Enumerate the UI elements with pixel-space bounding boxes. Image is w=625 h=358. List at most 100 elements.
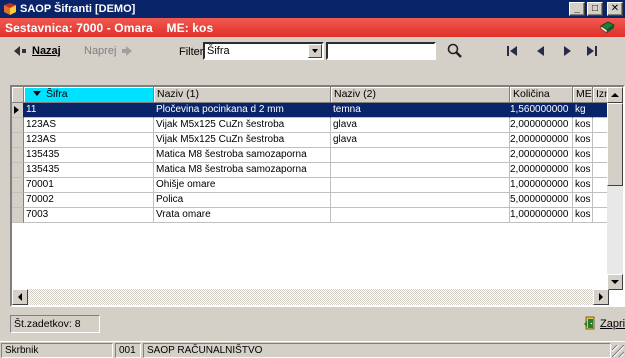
cell-naziv1[interactable]: Polica xyxy=(154,193,331,208)
cell-kolicina[interactable]: 2,000000000 xyxy=(510,148,573,163)
sort-desc-icon xyxy=(33,91,41,97)
table-row[interactable]: 135435 Matica M8 šestroba samozaporna 2,00… xyxy=(12,163,623,178)
filter-dropdown[interactable]: Šifra xyxy=(203,42,324,60)
cell-sifra[interactable]: 7003 xyxy=(24,208,154,223)
minimize-button[interactable]: _ xyxy=(569,2,585,16)
forward-button[interactable]: Naprej xyxy=(84,43,133,59)
table-row[interactable]: 123AS Vijak M5x125 CuZn šestroba glava 2,00… xyxy=(12,118,623,133)
arrow-right-small-icon xyxy=(599,293,603,301)
window-title: SAOP Šifranti [DEMO] xyxy=(20,3,136,15)
forward-button-label: Naprej xyxy=(84,45,117,57)
cell-naziv2[interactable] xyxy=(331,178,510,193)
scroll-left-button[interactable] xyxy=(12,289,28,305)
cell-sifra[interactable]: 123AS xyxy=(24,118,154,133)
book-icon[interactable] xyxy=(599,20,615,35)
cell-me[interactable]: kos xyxy=(573,148,593,163)
row-indicator[interactable] xyxy=(12,178,24,193)
first-record-icon[interactable] xyxy=(506,45,520,57)
cell-me[interactable]: kos xyxy=(573,178,593,193)
cell-naziv1[interactable]: Vijak M5x125 CuZn šestroba xyxy=(154,133,331,148)
cell-me[interactable]: kos xyxy=(573,163,593,178)
chevron-down-icon[interactable] xyxy=(308,44,322,58)
cell-naziv2[interactable]: temna xyxy=(331,103,510,118)
arrow-left-small-icon xyxy=(18,293,22,301)
cell-sifra[interactable]: 135435 xyxy=(24,148,154,163)
cell-naziv1[interactable]: Pločevina pocinkana d 2 mm xyxy=(154,103,331,118)
status-bar: Skrbnik 001 SAOP RAČUNALNIŠTVO xyxy=(0,341,625,358)
cell-me[interactable]: kos xyxy=(573,133,593,148)
table-row[interactable]: 70001 Ohišje omare 1,000000000 kos xyxy=(12,178,623,193)
cell-naziv2[interactable] xyxy=(331,208,510,223)
scroll-down-button[interactable] xyxy=(607,274,623,290)
table-row[interactable]: 123AS Vijak M5x125 CuZn šestroba glava 2,00… xyxy=(12,133,623,148)
vertical-scroll-thumb[interactable] xyxy=(607,103,623,186)
row-indicator[interactable] xyxy=(12,193,24,208)
row-indicator[interactable] xyxy=(12,133,24,148)
cell-naziv1[interactable]: Matica M8 šestroba samozaporna xyxy=(154,163,331,178)
table-row[interactable]: 70002 Polica 5,000000000 kos xyxy=(12,193,623,208)
next-record-icon[interactable] xyxy=(560,45,574,57)
cell-kolicina[interactable]: 2,000000000 xyxy=(510,163,573,178)
cell-kolicina[interactable]: 2,000000000 xyxy=(510,133,573,148)
cell-naziv2[interactable]: glava xyxy=(331,133,510,148)
close-door-icon xyxy=(583,316,598,333)
column-header-kolicina[interactable]: Količina xyxy=(510,87,573,103)
search-input[interactable] xyxy=(326,42,436,60)
column-header-sifra[interactable]: Šifra xyxy=(24,87,154,103)
cell-kolicina[interactable]: 1,000000000 xyxy=(510,208,573,223)
cell-sifra[interactable]: 123AS xyxy=(24,133,154,148)
cell-naziv2[interactable] xyxy=(331,148,510,163)
cell-naziv1[interactable]: Vijak M5x125 CuZn šestroba xyxy=(154,118,331,133)
close-window-button[interactable]: ✕ xyxy=(607,2,623,16)
table-row[interactable]: 11 Pločevina pocinkana d 2 mm temna 1,56000… xyxy=(12,103,623,118)
components-grid[interactable]: Šifra Naziv (1) Naziv (2) Količina ME Iz… xyxy=(10,85,625,307)
resize-grip-icon[interactable] xyxy=(612,345,624,357)
cell-naziv1[interactable]: Matica M8 šestroba samozaporna xyxy=(154,148,331,163)
cell-me[interactable]: kg xyxy=(573,103,593,118)
cell-naziv1[interactable]: Vrata omare xyxy=(154,208,331,223)
scroll-up-button[interactable] xyxy=(607,87,623,103)
table-row[interactable]: 7003 Vrata omare 1,000000000 kos xyxy=(12,208,623,223)
row-indicator[interactable] xyxy=(12,148,24,163)
cell-kolicina[interactable]: 2,000000000 xyxy=(510,118,573,133)
row-indicator[interactable] xyxy=(12,163,24,178)
record-count: Št.zadetkov: 8 xyxy=(10,315,100,333)
empty-row xyxy=(12,253,623,268)
cell-naziv2[interactable]: glava xyxy=(331,118,510,133)
status-company-code: 001 xyxy=(115,343,141,358)
arrow-right-icon xyxy=(126,46,133,56)
empty-row xyxy=(12,238,623,253)
cell-kolicina[interactable]: 1,000000000 xyxy=(510,178,573,193)
arrow-up-icon xyxy=(611,93,619,97)
search-icon[interactable] xyxy=(446,42,464,60)
cell-sifra[interactable]: 135435 xyxy=(24,163,154,178)
table-row[interactable]: 135435 Matica M8 šestroba samozaporna 2,00… xyxy=(12,148,623,163)
last-record-icon[interactable] xyxy=(584,45,598,57)
row-indicator[interactable] xyxy=(12,103,24,118)
horizontal-scrollbar[interactable] xyxy=(12,289,609,305)
title-bar[interactable]: SAOP Šifranti [DEMO] _ □ ✕ xyxy=(0,0,625,18)
cell-sifra[interactable]: 11 xyxy=(24,103,154,118)
cell-sifra[interactable]: 70002 xyxy=(24,193,154,208)
row-indicator[interactable] xyxy=(12,208,24,223)
cell-me[interactable]: kos xyxy=(573,118,593,133)
status-company-name: SAOP RAČUNALNIŠTVO xyxy=(143,343,611,358)
prev-record-icon[interactable] xyxy=(534,45,548,57)
scroll-right-button[interactable] xyxy=(593,289,609,305)
close-button[interactable]: Zapri xyxy=(583,315,625,333)
maximize-button[interactable]: □ xyxy=(587,2,603,16)
cell-naziv1[interactable]: Ohišje omare xyxy=(154,178,331,193)
cell-naziv2[interactable] xyxy=(331,163,510,178)
cell-me[interactable]: kos xyxy=(573,193,593,208)
column-header-naziv1[interactable]: Naziv (1) xyxy=(154,87,331,103)
vertical-scrollbar[interactable] xyxy=(607,87,623,290)
column-header-naziv2[interactable]: Naziv (2) xyxy=(331,87,510,103)
back-button[interactable]: Nazaj xyxy=(14,43,61,59)
cell-kolicina[interactable]: 5,000000000 xyxy=(510,193,573,208)
row-indicator[interactable] xyxy=(12,118,24,133)
cell-naziv2[interactable] xyxy=(331,193,510,208)
cell-kolicina[interactable]: 1,560000000 xyxy=(510,103,573,118)
column-header-me[interactable]: ME xyxy=(573,87,593,103)
cell-me[interactable]: kos xyxy=(573,208,593,223)
cell-sifra[interactable]: 70001 xyxy=(24,178,154,193)
